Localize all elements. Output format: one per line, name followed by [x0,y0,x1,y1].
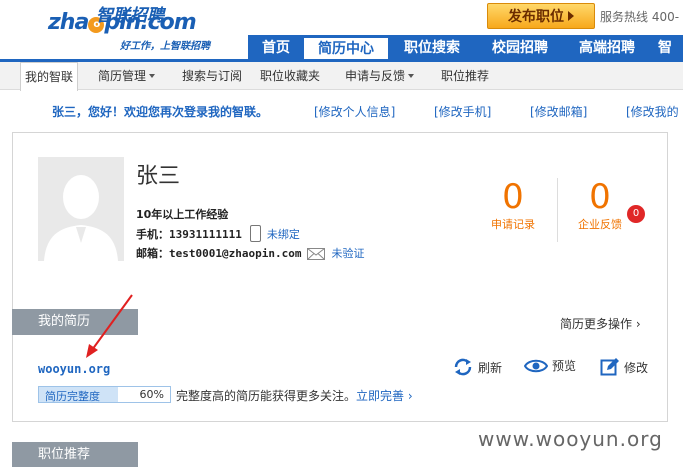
main-tab-resume-center[interactable]: 简历中心 [304,35,388,62]
email-status[interactable]: 未验证 [331,247,364,260]
zhaopin-logo[interactable]: zha o pin.com 智联招聘 好工作，上智联招聘 [48,4,228,56]
sub-tab-applications[interactable]: 申请与反馈 [345,62,415,90]
feedback-label: 企业反馈 [578,218,622,231]
experience-line: 10年以上工作经验 [136,206,228,222]
avatar[interactable] [38,157,124,261]
main-tab-campus[interactable]: 校园招聘 [476,35,564,62]
mail-icon [307,248,326,260]
watermark: www.wooyun.org [478,427,663,451]
email-line: 邮箱：test0001@zhaopin.com 未验证 [136,245,364,261]
applications-count: 0 [502,177,524,217]
job-recommend-section-title: 职位推荐 [12,442,138,467]
completeness-value: 60% [139,388,164,401]
phone-status[interactable]: 未绑定 [267,228,300,241]
edit-icon [600,358,619,376]
feedback-count: 0 [589,177,611,217]
sub-tab-label: 申请与反馈 [345,69,406,83]
phone-line: 手机：13931111111 未绑定 [136,225,300,242]
chevron-right-icon: › [635,317,641,331]
sub-nav: 我的智联 简历管理 搜索与订阅 职位收藏夹 申请与反馈 职位推荐 [0,62,683,91]
eye-icon [524,359,548,372]
edit-more-link[interactable]: [修改我的 [626,103,679,120]
chevron-right-icon: › [407,389,413,403]
completeness-bar: 简历完整度 60% [38,386,171,403]
welcome-bar: 张三，您好！欢迎您再次登录我的智联。 [修改个人信息] [修改手机] [修改邮箱… [0,92,683,128]
caret-down-icon [408,74,415,78]
applications-stat[interactable]: 0 申请记录 [483,178,543,232]
improve-now-link[interactable]: 立即完善 › [356,387,413,404]
phone-icon [249,225,261,242]
edit-phone-link[interactable]: [修改手机] [434,103,491,120]
preview-button[interactable]: 预览 [524,357,576,374]
main-tab-senior[interactable]: 高端招聘 [564,35,650,62]
refresh-label: 刷新 [478,360,503,375]
play-arrow-icon [568,11,574,21]
sub-tab-my-zhilian[interactable]: 我的智联 [20,62,78,91]
applications-label: 申请记录 [491,218,535,231]
sub-tab-search-subscribe[interactable]: 搜索与订阅 [182,62,242,90]
edit-email-link[interactable]: [修改邮箱] [530,103,587,120]
resume-more-ops-link[interactable]: 简历更多操作 › [560,315,641,332]
logo-slogan: 好工作，上智联招聘 [120,41,210,52]
main-nav: 首页 简历中心 职位搜索 校园招聘 高端招聘 智 [248,35,683,62]
resume-name-link[interactable]: wooyun.org [38,362,110,376]
main-tab-partial[interactable]: 智 [650,35,683,62]
more-ops-label: 简历更多操作 [560,317,633,331]
sub-tab-resume-manage[interactable]: 简历管理 [98,62,156,90]
post-job-button[interactable]: 发布职位 [487,3,595,29]
improve-label: 立即完善 [356,389,405,403]
email-label: 邮箱： [136,247,169,260]
main-tab-home[interactable]: 首页 [248,35,304,62]
completeness-tip: 完整度高的简历能获得更多关注。 [176,389,357,403]
service-hotline: 服务热线 400- [600,10,680,24]
logo-cn: 智联招聘 [96,6,164,26]
refresh-button[interactable]: 刷新 [452,357,502,377]
phone-label: 手机： [136,228,169,241]
stat-divider [557,178,558,242]
edit-resume-button[interactable]: 修改 [600,357,648,377]
phone-value: 13931111111 [169,228,242,241]
experience-text: 10年以上工作经验 [136,208,229,221]
caret-down-icon [149,74,156,78]
main-tab-job-search[interactable]: 职位搜索 [388,35,476,62]
sub-tab-label: 简历管理 [98,69,147,83]
welcome-text: 张三，您好！欢迎您再次登录我的智联。 [52,105,269,119]
post-job-label: 发布职位 [508,9,564,25]
edit-label: 修改 [624,360,649,375]
refresh-icon [454,358,472,376]
feedback-badge: 0 [627,205,645,223]
sub-tab-recommend[interactable]: 职位推荐 [441,62,489,90]
feedback-stat[interactable]: 0 企业反馈 [570,178,630,232]
red-arrow-annotation [86,294,133,358]
email-value: test0001@zhaopin.com [169,247,302,260]
default-avatar-icon [44,175,118,261]
completeness-label: 简历完整度 [45,390,100,403]
sub-tab-favorites[interactable]: 职位收藏夹 [260,62,320,90]
preview-label: 预览 [552,359,577,373]
edit-profile-link[interactable]: [修改个人信息] [314,103,395,120]
user-name: 张三 [136,164,181,189]
